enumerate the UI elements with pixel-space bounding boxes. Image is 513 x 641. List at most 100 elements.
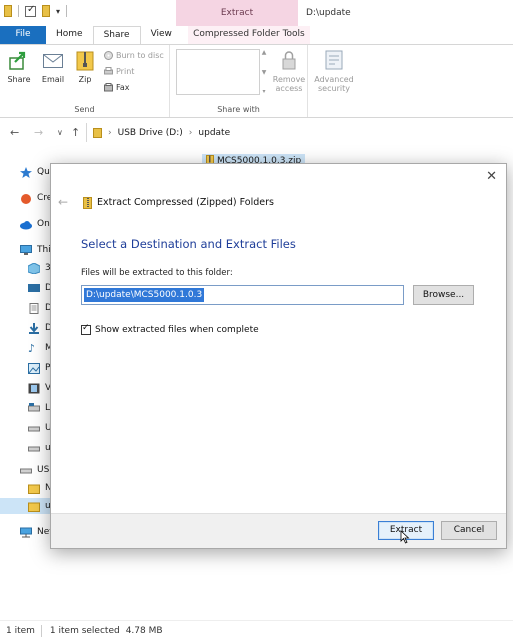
tab-home[interactable]: Home <box>46 26 93 44</box>
nav-usb-drive-1[interactable]: U <box>28 420 52 436</box>
recent-locations-chevron-icon[interactable]: ∨ <box>57 128 63 137</box>
network-icon <box>20 527 32 538</box>
chevron-right-icon[interactable]: › <box>108 128 112 138</box>
nav-documents[interactable]: D <box>28 300 52 316</box>
share-icon <box>8 49 30 71</box>
breadcrumb-usb-drive[interactable]: USB Drive (D:) <box>118 128 183 138</box>
new-folder-icon[interactable] <box>42 5 50 17</box>
computer-icon <box>20 244 32 256</box>
share-with-group-label: Share with <box>217 105 260 114</box>
advanced-security-button[interactable]: Advanced security <box>312 49 356 93</box>
selected-size: 4.78 MB <box>125 626 163 636</box>
print-button[interactable]: Print <box>104 67 134 76</box>
nav-folder-n[interactable]: N <box>28 480 52 496</box>
breadcrumb[interactable]: › USB Drive (D:) › update <box>86 123 513 142</box>
advanced-security-label: Advanced security <box>314 75 354 93</box>
dialog-heading: Select a Destination and Extract Files <box>81 237 296 251</box>
properties-icon[interactable] <box>25 4 36 17</box>
share-button[interactable]: Share <box>4 49 34 84</box>
security-group: Advanced security <box>308 45 360 117</box>
checkbox-checked[interactable] <box>81 323 91 335</box>
status-bar: 1 item 1 item selected 4.78 MB <box>0 620 513 641</box>
lock-icon <box>278 49 300 71</box>
fax-icon <box>104 83 113 92</box>
send-group-label: Send <box>74 105 95 114</box>
email-button[interactable]: Email <box>38 49 68 84</box>
show-extracted-files-checkbox[interactable]: Show extracted files when complete <box>81 323 259 335</box>
music-icon: ♪ <box>28 341 36 355</box>
usb-drive-icon <box>28 423 40 434</box>
onedrive-icon <box>20 219 32 230</box>
video-icon <box>28 383 40 394</box>
forward-arrow-icon[interactable]: → <box>34 126 43 139</box>
nav-this-pc[interactable]: Thi <box>20 242 51 258</box>
customize-toolbar-chevron-icon[interactable]: ▾ <box>56 7 60 16</box>
nav-quick-access[interactable]: Qui <box>20 164 52 180</box>
disc-icon <box>104 51 113 60</box>
folder-icon <box>4 5 12 17</box>
tab-view[interactable]: View <box>141 26 182 44</box>
send-group: Share Email Zip Burn to disc Print Fax S… <box>0 45 170 117</box>
mouse-cursor-icon <box>400 530 410 544</box>
wizard-title: Extract Compressed (Zipped) Folders <box>97 197 274 208</box>
tab-share[interactable]: Share <box>92 26 141 44</box>
folder-icon <box>28 483 40 494</box>
item-count: 1 item <box>6 626 35 636</box>
ribbon: Share Email Zip Burn to disc Print Fax S… <box>0 44 513 118</box>
print-label: Print <box>116 67 135 76</box>
hard-drive-icon <box>28 402 40 414</box>
show-extracted-files-label: Show extracted files when complete <box>95 325 259 335</box>
usb-drive-icon <box>20 465 32 476</box>
share-with-group: ▲ ▼ ▾ Remove access Share with <box>170 45 308 117</box>
address-bar: ← → ∨ ↑ › USB Drive (D:) › update <box>0 118 513 146</box>
dialog-footer: Extract Cancel <box>51 513 506 548</box>
usb-drive-icon <box>28 443 40 454</box>
share-with-gallery[interactable] <box>176 49 260 95</box>
extract-dialog: ✕ ← Extract Compressed (Zipped) Folders … <box>50 163 507 549</box>
destination-path-value: D:\update\MCS5000.1.0.3 <box>84 288 205 302</box>
zip-button[interactable]: Zip <box>70 49 100 84</box>
email-label: Email <box>41 75 65 84</box>
folder-icon <box>93 127 102 138</box>
up-arrow-icon[interactable]: ↑ <box>71 126 80 139</box>
gallery-more-icon[interactable]: ▾ <box>262 88 265 95</box>
security-icon <box>323 49 345 71</box>
tab-compressed-folder-tools[interactable]: Compressed Folder Tools <box>187 26 310 44</box>
fax-button[interactable]: Fax <box>104 83 130 92</box>
cube-icon <box>27 261 41 275</box>
fax-label: Fax <box>116 83 130 92</box>
email-icon <box>42 49 64 71</box>
back-arrow-icon[interactable]: ← <box>10 126 19 139</box>
nav-network[interactable]: Net <box>20 524 53 540</box>
burn-to-disc-button[interactable]: Burn to disc <box>104 51 164 60</box>
star-icon <box>20 166 32 178</box>
chevron-right-icon[interactable]: › <box>189 128 193 138</box>
status-divider <box>40 625 42 637</box>
cancel-button[interactable]: Cancel <box>441 521 497 540</box>
document-icon <box>28 302 40 314</box>
back-arrow-icon[interactable]: ← <box>58 195 68 209</box>
ribbon-tabs: File Home Share View Compressed Folder T… <box>0 26 513 44</box>
tab-file[interactable]: File <box>0 26 46 44</box>
zip-label: Zip <box>78 75 92 84</box>
selected-count: 1 item selected <box>49 626 120 636</box>
destination-label: Files will be extracted to this folder: <box>81 268 233 278</box>
share-label: Share <box>7 75 31 84</box>
picture-icon <box>28 362 40 374</box>
remove-access-button[interactable]: Remove access <box>272 49 306 93</box>
nav-creative-cloud[interactable]: Cre <box>20 190 52 206</box>
quick-access-toolbar: ▾ <box>4 4 68 17</box>
browse-button[interactable]: Browse... <box>413 285 474 305</box>
nav-downloads[interactable]: D <box>28 320 52 336</box>
cloud-icon <box>20 193 32 204</box>
remove-access-label: Remove access <box>272 75 306 93</box>
scroll-up-icon[interactable]: ▲ <box>262 49 267 56</box>
close-icon[interactable]: ✕ <box>486 169 497 184</box>
burn-to-disc-label: Burn to disc <box>116 51 164 60</box>
destination-path-input[interactable]: D:\update\MCS5000.1.0.3 <box>81 285 404 305</box>
breadcrumb-update[interactable]: update <box>198 128 230 138</box>
gallery-scroll[interactable]: ▲ ▼ ▾ <box>260 49 268 95</box>
context-tab-header: Extract <box>176 0 298 26</box>
nav-desktop[interactable]: D <box>28 280 52 296</box>
scroll-down-icon[interactable]: ▼ <box>262 69 267 76</box>
